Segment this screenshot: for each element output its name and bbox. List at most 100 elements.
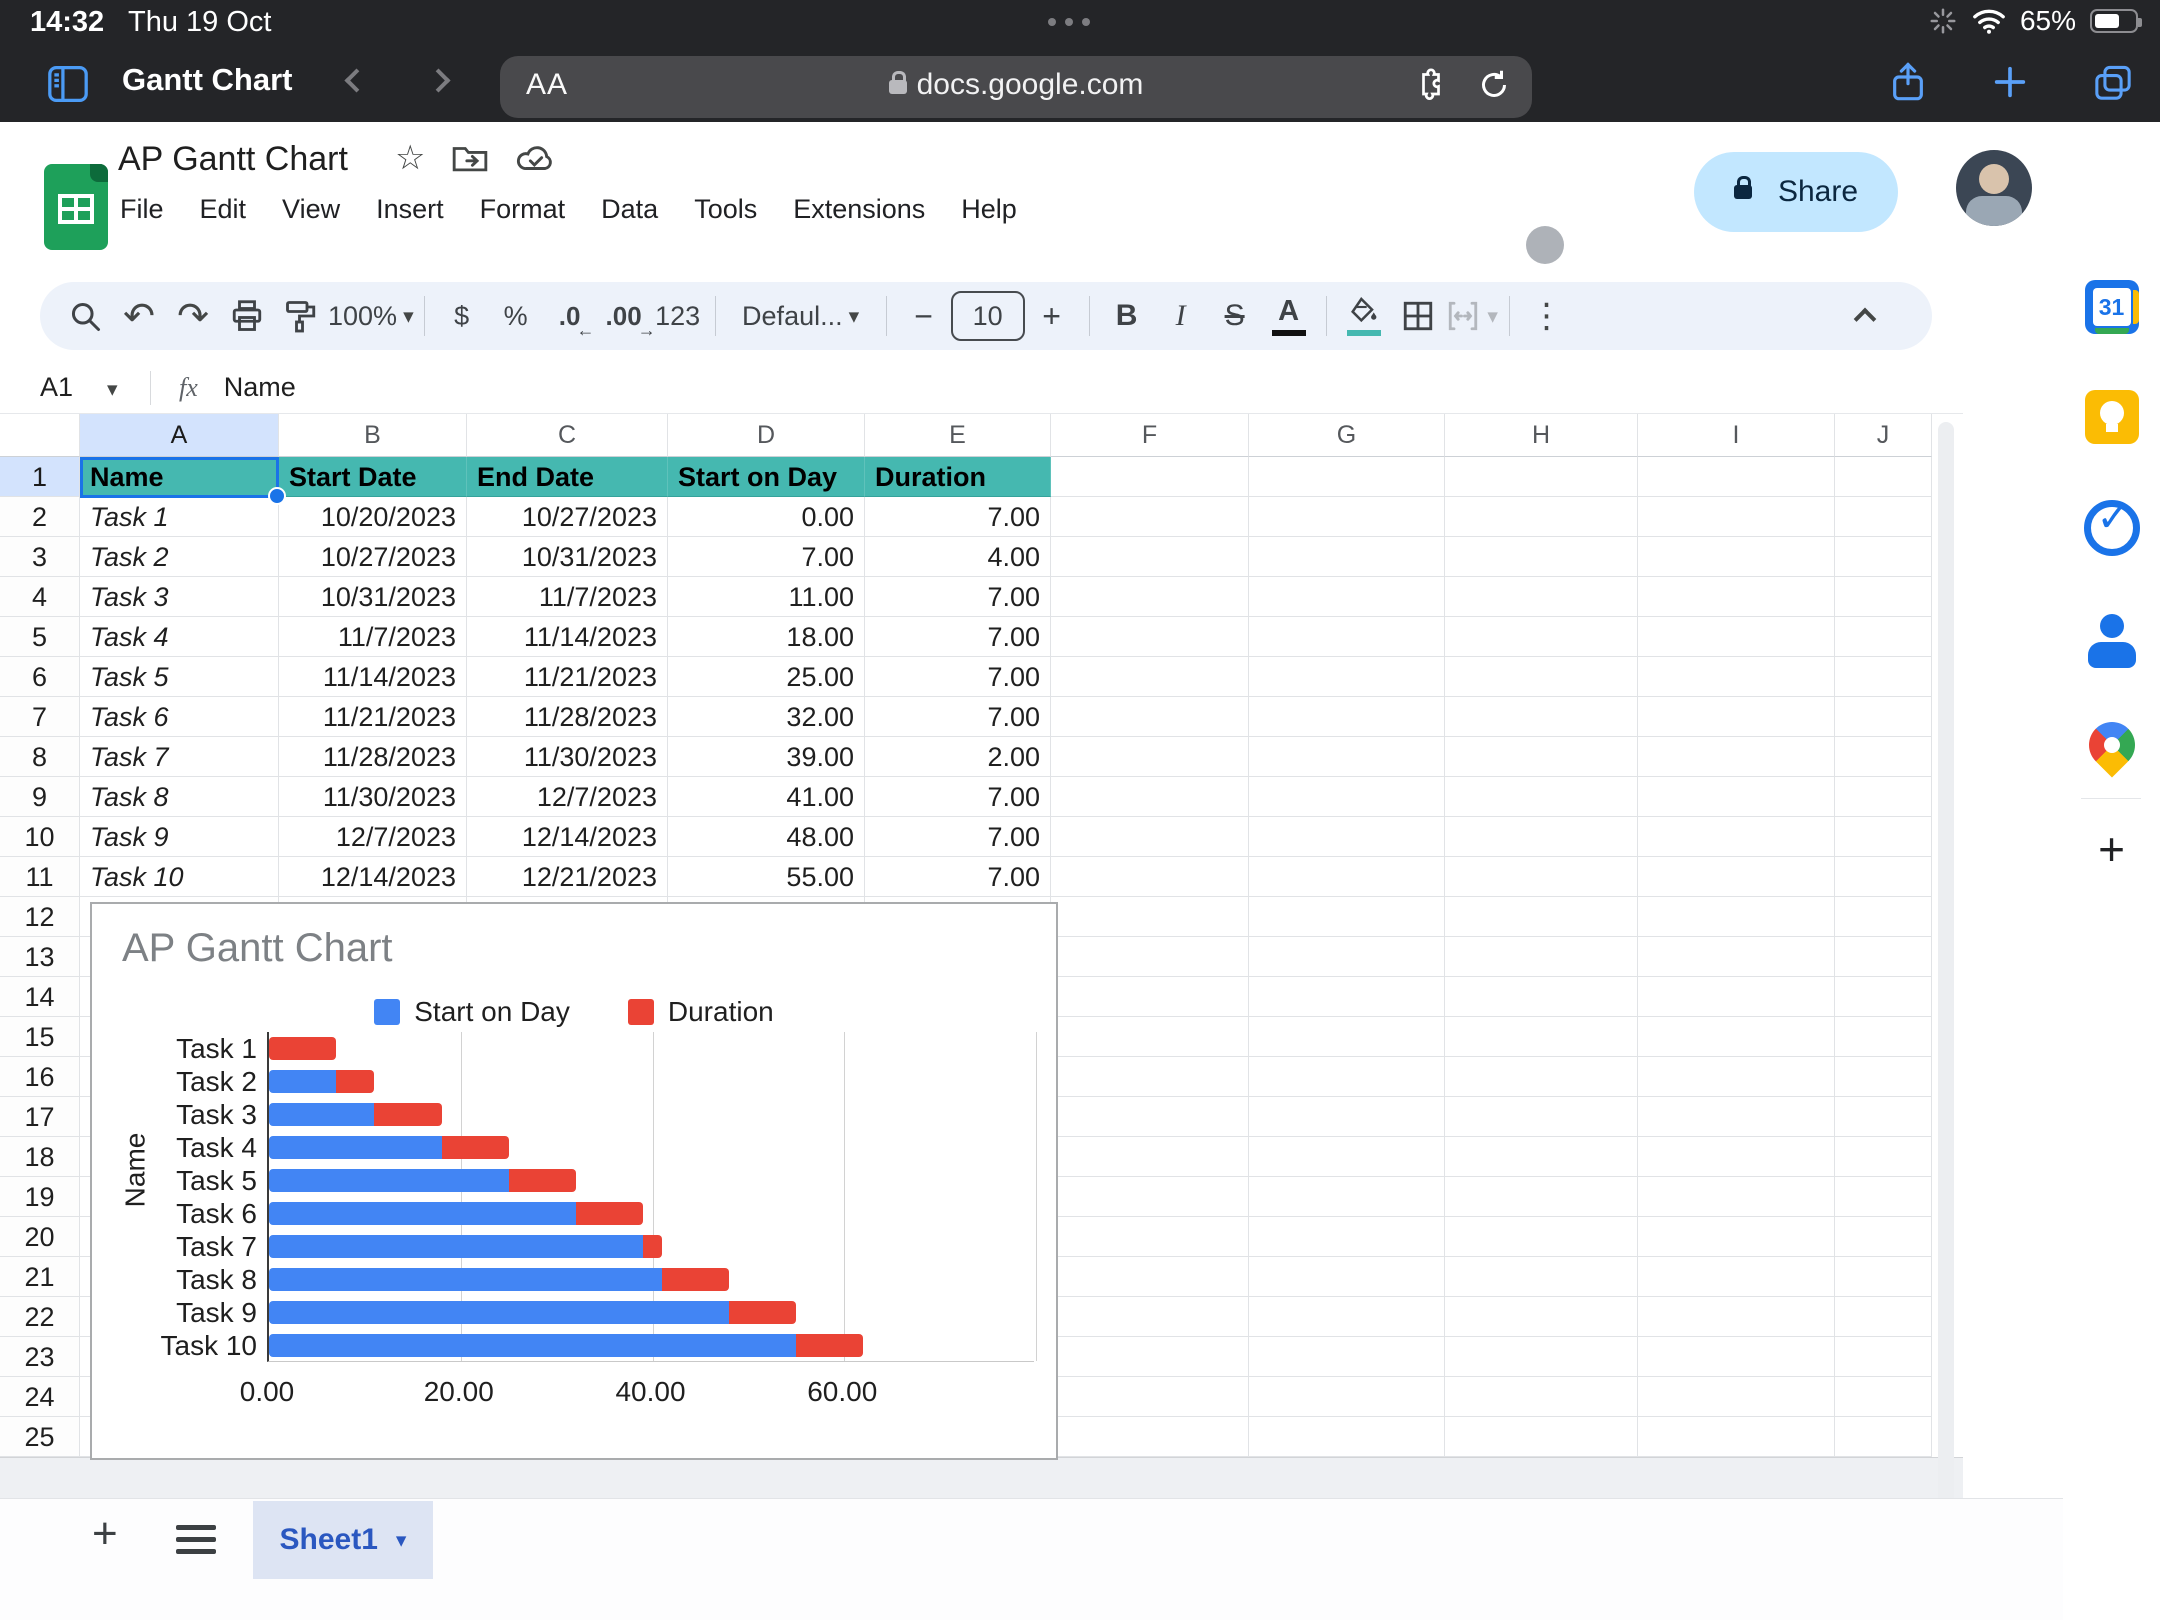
- select-all-corner[interactable]: [0, 414, 80, 457]
- forward-button[interactable]: [426, 68, 450, 92]
- cell-C11[interactable]: 12/21/2023: [467, 857, 668, 897]
- cell-H8[interactable]: [1445, 737, 1638, 777]
- cell-G20[interactable]: [1249, 1217, 1445, 1257]
- cell-J22[interactable]: [1835, 1297, 1932, 1337]
- cell-I4[interactable]: [1638, 577, 1835, 617]
- column-header-F[interactable]: F: [1051, 414, 1249, 457]
- menu-help[interactable]: Help: [961, 194, 1017, 225]
- cell-A7[interactable]: Task 6: [80, 697, 279, 737]
- sidebar-add-icon[interactable]: +: [2098, 822, 2125, 876]
- font-size-input[interactable]: 10: [951, 291, 1025, 341]
- cell-G9[interactable]: [1249, 777, 1445, 817]
- cell-I2[interactable]: [1638, 497, 1835, 537]
- cell-B2[interactable]: 10/20/2023: [279, 497, 467, 537]
- menu-tools[interactable]: Tools: [694, 194, 757, 225]
- cell-H13[interactable]: [1445, 937, 1638, 977]
- cell-E1[interactable]: Duration: [865, 457, 1051, 497]
- cell-H16[interactable]: [1445, 1057, 1638, 1097]
- cell-G22[interactable]: [1249, 1297, 1445, 1337]
- cell-H18[interactable]: [1445, 1137, 1638, 1177]
- cell-H4[interactable]: [1445, 577, 1638, 617]
- cell-D6[interactable]: 25.00: [668, 657, 865, 697]
- row-header-8[interactable]: 8: [0, 737, 80, 777]
- bold-button[interactable]: B: [1100, 289, 1154, 343]
- cell-C6[interactable]: 11/21/2023: [467, 657, 668, 697]
- menu-format[interactable]: Format: [480, 194, 566, 225]
- cell-G19[interactable]: [1249, 1177, 1445, 1217]
- cell-J19[interactable]: [1835, 1177, 1932, 1217]
- row-header-23[interactable]: 23: [0, 1337, 80, 1377]
- cell-F3[interactable]: [1051, 537, 1249, 577]
- row-header-14[interactable]: 14: [0, 977, 80, 1017]
- cell-I22[interactable]: [1638, 1297, 1835, 1337]
- cell-F2[interactable]: [1051, 497, 1249, 537]
- more-formats-button[interactable]: 123: [651, 289, 705, 343]
- row-header-10[interactable]: 10: [0, 817, 80, 857]
- cell-J13[interactable]: [1835, 937, 1932, 977]
- cell-H12[interactable]: [1445, 897, 1638, 937]
- cell-B6[interactable]: 11/14/2023: [279, 657, 467, 697]
- maps-icon[interactable]: [2079, 712, 2144, 777]
- cell-B3[interactable]: 10/27/2023: [279, 537, 467, 577]
- cell-E4[interactable]: 7.00: [865, 577, 1051, 617]
- cell-A11[interactable]: Task 10: [80, 857, 279, 897]
- cell-F25[interactable]: [1051, 1417, 1249, 1457]
- decrease-decimals-button[interactable]: .0←: [543, 289, 597, 343]
- row-header-7[interactable]: 7: [0, 697, 80, 737]
- cell-B9[interactable]: 11/30/2023: [279, 777, 467, 817]
- cloud-saved-icon[interactable]: [515, 141, 557, 175]
- row-header-19[interactable]: 19: [0, 1177, 80, 1217]
- format-currency-button[interactable]: $: [435, 289, 489, 343]
- cell-J24[interactable]: [1835, 1377, 1932, 1417]
- cell-G7[interactable]: [1249, 697, 1445, 737]
- cell-F5[interactable]: [1051, 617, 1249, 657]
- row-header-11[interactable]: 11: [0, 857, 80, 897]
- cell-I11[interactable]: [1638, 857, 1835, 897]
- row-header-22[interactable]: 22: [0, 1297, 80, 1337]
- cell-J18[interactable]: [1835, 1137, 1932, 1177]
- cell-E10[interactable]: 7.00: [865, 817, 1051, 857]
- cell-A8[interactable]: Task 7: [80, 737, 279, 777]
- new-tab-icon[interactable]: [1990, 62, 2030, 102]
- cell-I24[interactable]: [1638, 1377, 1835, 1417]
- multitasking-dots-icon[interactable]: [1048, 18, 1090, 26]
- cell-C7[interactable]: 11/28/2023: [467, 697, 668, 737]
- cell-I8[interactable]: [1638, 737, 1835, 777]
- row-header-15[interactable]: 15: [0, 1017, 80, 1057]
- cell-F14[interactable]: [1051, 977, 1249, 1017]
- back-button[interactable]: [344, 68, 368, 92]
- cell-C9[interactable]: 12/7/2023: [467, 777, 668, 817]
- cell-F21[interactable]: [1051, 1257, 1249, 1297]
- cell-F23[interactable]: [1051, 1337, 1249, 1377]
- cell-I16[interactable]: [1638, 1057, 1835, 1097]
- cell-G11[interactable]: [1249, 857, 1445, 897]
- cell-C10[interactable]: 12/14/2023: [467, 817, 668, 857]
- column-header-C[interactable]: C: [467, 414, 668, 457]
- add-sheet-icon[interactable]: +: [92, 1509, 118, 1559]
- cell-H22[interactable]: [1445, 1297, 1638, 1337]
- cell-F1[interactable]: [1051, 457, 1249, 497]
- column-header-G[interactable]: G: [1249, 414, 1445, 457]
- cell-F9[interactable]: [1051, 777, 1249, 817]
- cell-J10[interactable]: [1835, 817, 1932, 857]
- cell-I20[interactable]: [1638, 1217, 1835, 1257]
- print-icon[interactable]: [220, 289, 274, 343]
- cell-I14[interactable]: [1638, 977, 1835, 1017]
- cell-D8[interactable]: 39.00: [668, 737, 865, 777]
- cell-J6[interactable]: [1835, 657, 1932, 697]
- row-header-3[interactable]: 3: [0, 537, 80, 577]
- move-folder-icon[interactable]: [451, 141, 489, 175]
- cell-D1[interactable]: Start on Day: [668, 457, 865, 497]
- cell-J9[interactable]: [1835, 777, 1932, 817]
- cell-I12[interactable]: [1638, 897, 1835, 937]
- sheets-logo-icon[interactable]: [44, 164, 108, 250]
- cell-G23[interactable]: [1249, 1337, 1445, 1377]
- cell-J25[interactable]: [1835, 1417, 1932, 1457]
- cell-C4[interactable]: 11/7/2023: [467, 577, 668, 617]
- row-header-20[interactable]: 20: [0, 1217, 80, 1257]
- fill-color-button[interactable]: [1337, 289, 1391, 343]
- sidebar-toggle-icon[interactable]: [46, 64, 90, 104]
- cell-G1[interactable]: [1249, 457, 1445, 497]
- cell-G14[interactable]: [1249, 977, 1445, 1017]
- decrease-font-size-button[interactable]: −: [897, 289, 951, 343]
